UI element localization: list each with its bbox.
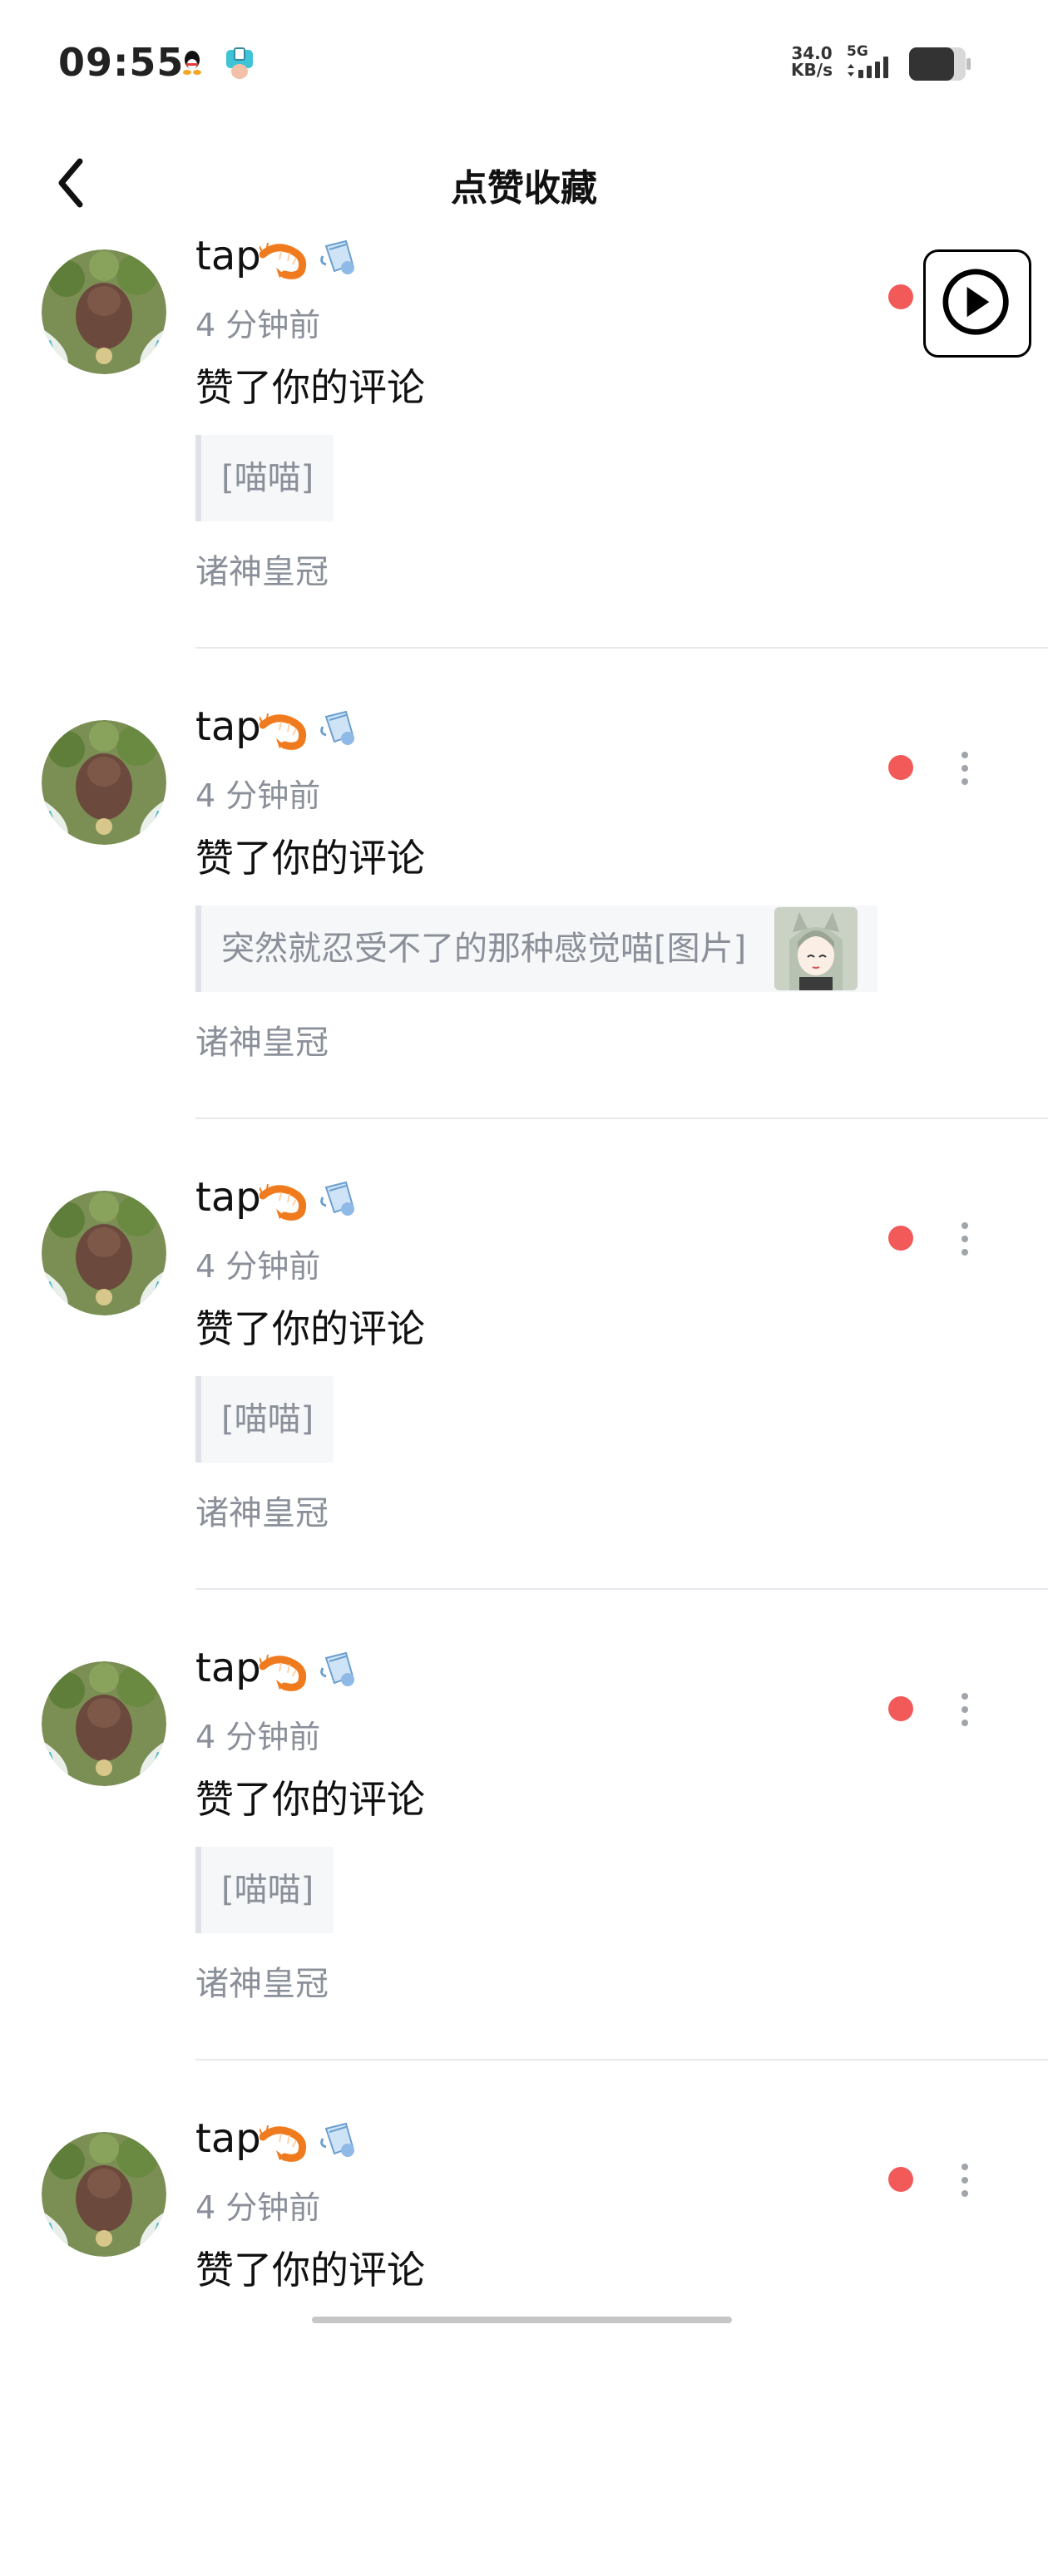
username[interactable]: tap xyxy=(195,1174,261,1221)
quoted-comment[interactable]: [喵喵] xyxy=(195,1847,334,1933)
username[interactable]: tap xyxy=(195,2115,261,2162)
comment-image-thumbnail[interactable] xyxy=(774,907,858,990)
battery-icon xyxy=(909,47,971,81)
notification-item[interactable]: tap 4 分钟前赞了你的评论 [喵喵] 诸神皇冠 xyxy=(0,1174,1048,1635)
notification-item[interactable]: tap 4 分钟前赞了你的评论 xyxy=(0,2115,1048,2576)
cup-badge-icon xyxy=(318,705,361,748)
unread-dot xyxy=(888,755,913,780)
net-speed-unit: KB/s xyxy=(791,60,833,80)
time-ago: 4 分钟前 xyxy=(195,307,321,343)
source-game[interactable]: 诸神皇冠 xyxy=(195,1015,329,1063)
more-options-icon[interactable] xyxy=(955,743,975,793)
cup-badge-icon xyxy=(318,234,361,278)
divider xyxy=(195,1118,1048,1119)
time-ago: 4 分钟前 xyxy=(195,2189,321,2226)
time-ago: 4 分钟前 xyxy=(195,1248,321,1285)
shrimp-badge-icon xyxy=(259,713,308,750)
app-notification-icon xyxy=(226,47,253,79)
avatar[interactable] xyxy=(42,1661,166,1786)
divider xyxy=(195,2059,1048,2060)
shrimp-badge-icon xyxy=(259,1183,308,1221)
divider xyxy=(195,1588,1048,1590)
username[interactable]: tap xyxy=(195,233,261,279)
quoted-comment-text: [喵喵] xyxy=(221,1871,314,1909)
source-game[interactable]: 诸神皇冠 xyxy=(195,1486,329,1534)
unread-dot xyxy=(888,2167,913,2192)
quoted-comment[interactable]: [喵喵] xyxy=(195,1376,334,1463)
unread-dot xyxy=(888,1226,913,1251)
source-game[interactable]: 诸神皇冠 xyxy=(195,545,329,593)
action-text: 赞了你的评论 xyxy=(195,365,425,410)
net-speed: 34.0 KB/s xyxy=(787,45,837,78)
more-options-icon[interactable] xyxy=(955,2155,975,2205)
avatar[interactable] xyxy=(42,720,166,845)
avatar[interactable] xyxy=(42,2132,166,2257)
notification-item[interactable]: tap 4 分钟前赞了你的评论突然就忍受不了的那种感觉喵[图片] 诸神皇冠 xyxy=(0,703,1048,1164)
shrimp-badge-icon xyxy=(259,1654,308,1691)
action-text: 赞了你的评论 xyxy=(195,1777,425,1822)
status-bar: 09:55 34.0 KB/s 5G xyxy=(0,0,1048,125)
page-title: 点赞收藏 xyxy=(451,167,597,210)
unread-dot xyxy=(888,1696,913,1721)
action-text: 赞了你的评论 xyxy=(195,2248,425,2292)
floating-play-button[interactable] xyxy=(923,249,1031,358)
more-options-icon[interactable] xyxy=(955,1214,975,1264)
time-ago: 4 分钟前 xyxy=(195,1719,321,1755)
qq-icon xyxy=(183,51,201,75)
action-text: 赞了你的评论 xyxy=(195,836,425,881)
cup-badge-icon xyxy=(318,2117,361,2160)
signal-icon xyxy=(848,57,888,78)
notification-item[interactable]: tap 4 分钟前赞了你的评论 [喵喵] 诸神皇冠 xyxy=(0,1645,1048,2105)
shrimp-badge-icon xyxy=(259,2124,308,2162)
quoted-comment-text: 突然就忍受不了的那种感觉喵[图片] xyxy=(221,930,747,968)
quoted-comment-text: [喵喵] xyxy=(221,1400,314,1439)
avatar[interactable] xyxy=(42,249,166,374)
username[interactable]: tap xyxy=(195,1645,261,1691)
username[interactable]: tap xyxy=(195,703,261,750)
divider xyxy=(195,647,1048,649)
status-time: 09:55 xyxy=(58,40,185,85)
quoted-comment[interactable]: [喵喵] xyxy=(195,435,334,521)
net-speed-value: 34.0 xyxy=(791,43,833,63)
notification-item[interactable]: tap 4 分钟前赞了你的评论 [喵喵] 诸神皇冠 xyxy=(0,233,1048,693)
unread-dot xyxy=(888,284,913,309)
cup-badge-icon xyxy=(318,1176,361,1219)
quoted-comment-text: [喵喵] xyxy=(221,459,314,497)
action-text: 赞了你的评论 xyxy=(195,1306,425,1351)
more-options-icon[interactable] xyxy=(955,1685,975,1735)
time-ago: 4 分钟前 xyxy=(195,777,321,814)
shrimp-badge-icon xyxy=(259,242,308,279)
source-game[interactable]: 诸神皇冠 xyxy=(195,1957,329,2005)
cup-badge-icon xyxy=(318,1646,361,1690)
avatar[interactable] xyxy=(42,1191,166,1315)
home-indicator[interactable] xyxy=(312,2317,732,2323)
